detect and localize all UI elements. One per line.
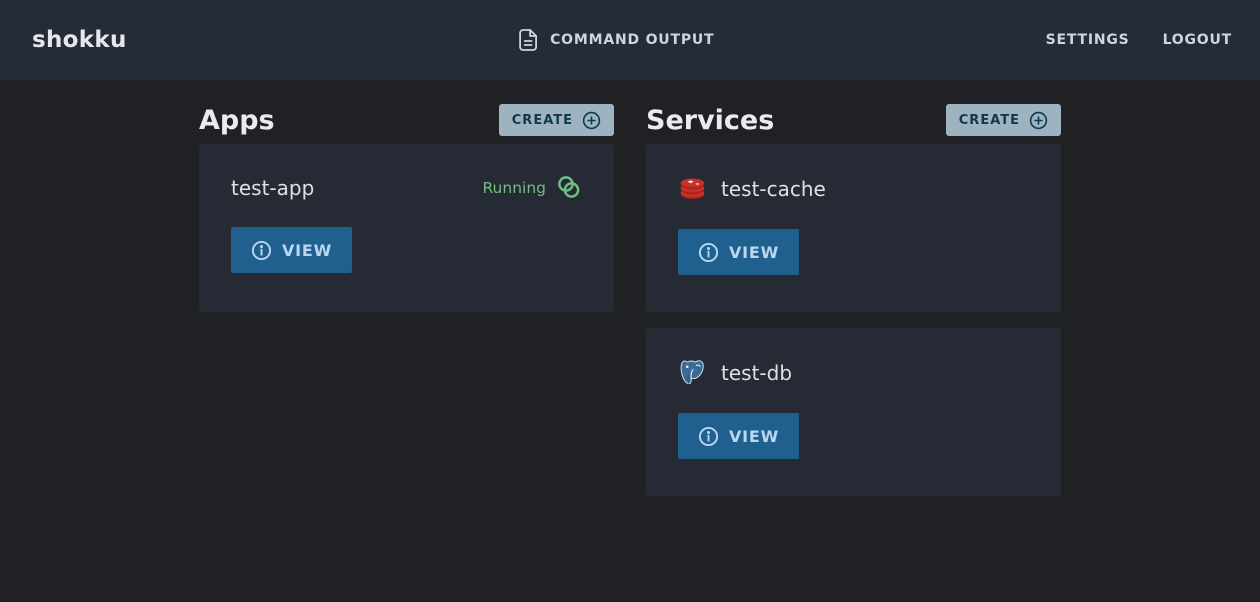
service-view-button-test-db[interactable]: VIEW: [678, 413, 799, 459]
app-status-text: Running: [482, 179, 546, 197]
nav-right: SETTINGS LOGOUT: [1046, 32, 1232, 48]
service-card-row: test-cache: [678, 174, 1029, 203]
service-view-button-test-cache[interactable]: VIEW: [678, 229, 799, 275]
apps-title: Apps: [199, 105, 275, 136]
nav-settings[interactable]: SETTINGS: [1046, 32, 1130, 48]
app-name: test-app: [231, 176, 314, 200]
app-card-row: test-app Running: [231, 174, 582, 201]
plus-circle-icon: [1029, 111, 1048, 130]
postgresql-icon: [678, 358, 707, 387]
services-create-button[interactable]: CREATE: [946, 104, 1061, 136]
brand-logo[interactable]: shokku: [32, 27, 127, 53]
apps-create-label: CREATE: [512, 113, 573, 128]
navbar: shokku COMMAND OUTPUT SETTINGS LOGOUT: [0, 0, 1260, 80]
info-circle-icon: [251, 240, 272, 261]
service-view-label: VIEW: [729, 243, 779, 262]
service-card-test-db: test-db VIEW: [646, 328, 1061, 496]
services-create-label: CREATE: [959, 113, 1020, 128]
nav-command-output[interactable]: COMMAND OUTPUT: [518, 29, 714, 51]
services-title: Services: [646, 105, 774, 136]
apps-create-button[interactable]: CREATE: [499, 104, 614, 136]
app-view-label: VIEW: [282, 241, 332, 260]
services-header: Services CREATE: [646, 104, 1061, 136]
info-circle-icon: [698, 426, 719, 447]
service-card-test-cache: test-cache VIEW: [646, 144, 1061, 312]
app-view-button[interactable]: VIEW: [231, 227, 352, 273]
apps-header: Apps CREATE: [199, 104, 614, 136]
plus-circle-icon: [582, 111, 601, 130]
document-icon: [518, 29, 538, 51]
command-output-label: COMMAND OUTPUT: [550, 32, 714, 48]
nav-logout[interactable]: LOGOUT: [1163, 32, 1232, 48]
services-column: Services CREATE: [646, 104, 1061, 512]
redis-icon: [678, 174, 707, 203]
service-name: test-db: [721, 361, 792, 385]
app-status: Running: [482, 174, 582, 201]
running-link-icon: [555, 174, 582, 201]
app-card-test-app: test-app Running: [199, 144, 614, 312]
main-content: Apps CREATE test-app Running: [199, 80, 1061, 512]
apps-column: Apps CREATE test-app Running: [199, 104, 614, 512]
info-circle-icon: [698, 242, 719, 263]
service-name: test-cache: [721, 177, 826, 201]
service-view-label: VIEW: [729, 427, 779, 446]
service-card-row: test-db: [678, 358, 1029, 387]
